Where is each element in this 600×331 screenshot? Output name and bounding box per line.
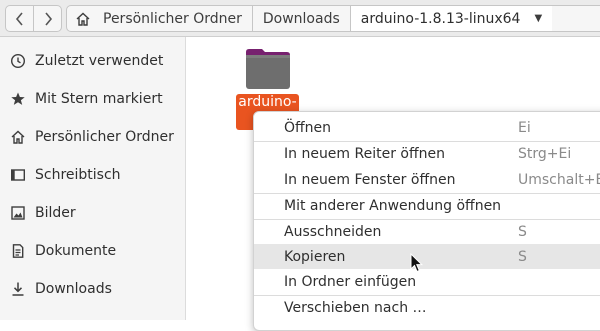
menu-item-shortcut: Umschalt+Ei xyxy=(518,171,600,188)
menu-item-label: Verschieben nach … xyxy=(284,299,427,316)
mouse-pointer-icon xyxy=(410,253,424,273)
menu-item-label: Kopieren xyxy=(284,248,346,265)
sidebar-item-pictures[interactable]: Bilder xyxy=(0,194,186,232)
menu-item-label: Ausschneiden xyxy=(284,223,382,240)
home-icon xyxy=(76,12,90,26)
menu-item-open-new-window[interactable]: In neuem Fenster öffnen Umschalt+Ei xyxy=(254,167,600,192)
breadcrumb-current[interactable]: arduino-1.8.13-linux64 ▼ xyxy=(349,6,553,31)
forward-button[interactable] xyxy=(33,6,61,31)
menu-item-label: Öffnen xyxy=(284,119,332,136)
menu-item-label: In neuem Reiter öffnen xyxy=(284,145,445,162)
breadcrumb-label: Persönlicher Ordner xyxy=(103,10,242,27)
sidebar-item-label: Persönlicher Ordner xyxy=(35,129,174,145)
sidebar-item-label: Bilder xyxy=(35,205,76,221)
home-icon xyxy=(10,129,26,145)
context-menu: Öffnen Ei In neuem Reiter öffnen Strg+Ei… xyxy=(253,111,600,331)
header-bar: Persönlicher Ordner Downloads arduino-1.… xyxy=(0,0,600,37)
breadcrumb: Persönlicher Ordner Downloads arduino-1.… xyxy=(66,5,600,32)
sidebar-item-documents[interactable]: Dokumente xyxy=(0,232,186,270)
sidebar-item-downloads[interactable]: Downloads xyxy=(0,270,186,308)
breadcrumb-downloads[interactable]: Downloads xyxy=(251,6,350,31)
menu-item-shortcut: S xyxy=(518,223,527,240)
nav-buttons xyxy=(5,5,62,32)
sidebar-item-label: Zuletzt verwendet xyxy=(35,53,164,69)
breadcrumb-home[interactable]: Persönlicher Ordner xyxy=(67,6,252,31)
chevron-right-icon xyxy=(44,11,52,26)
menu-item-shortcut: Ei xyxy=(518,119,531,136)
star-icon xyxy=(10,91,26,107)
menu-item-shortcut: S xyxy=(518,248,527,265)
folder-icon[interactable] xyxy=(244,46,292,90)
menu-item-open[interactable]: Öffnen Ei xyxy=(254,115,600,140)
sidebar-item-label: Downloads xyxy=(35,281,112,297)
desktop-icon xyxy=(10,167,26,183)
menu-item-move-to[interactable]: Verschieben nach … xyxy=(254,295,600,320)
menu-item-cut[interactable]: Ausschneiden S xyxy=(254,219,600,244)
menu-item-open-with[interactable]: Mit anderer Anwendung öffnen xyxy=(254,193,600,218)
sidebar-item-home[interactable]: Persönlicher Ordner xyxy=(0,118,186,156)
breadcrumb-label: Downloads xyxy=(262,10,340,27)
sidebar-item-recent[interactable]: Zuletzt verwendet xyxy=(0,42,186,80)
sidebar-item-label: Dokumente xyxy=(35,243,117,259)
menu-item-open-new-tab[interactable]: In neuem Reiter öffnen Strg+Ei xyxy=(254,141,600,166)
chevron-down-icon[interactable]: ▼ xyxy=(534,13,542,24)
sidebar-item-label: Schreibtisch xyxy=(35,167,121,183)
menu-item-label: Mit anderer Anwendung öffnen xyxy=(284,197,502,214)
menu-item-label: In neuem Fenster öffnen xyxy=(284,171,456,188)
sidebar-item-starred[interactable]: Mit Stern markiert xyxy=(0,80,186,118)
image-icon xyxy=(10,205,26,221)
folder-name-text: arduino- xyxy=(238,94,297,110)
chevron-left-icon xyxy=(15,11,23,26)
menu-item-copy[interactable]: Kopieren S xyxy=(254,244,600,269)
sidebar: Zuletzt verwendet Mit Stern markiert Per… xyxy=(0,37,186,320)
document-icon xyxy=(10,243,26,259)
back-button[interactable] xyxy=(6,6,33,31)
clock-icon xyxy=(10,53,26,69)
menu-item-paste-into-folder[interactable]: In Ordner einfügen xyxy=(254,269,600,294)
sidebar-item-desktop[interactable]: Schreibtisch xyxy=(0,156,186,194)
menu-item-label: In Ordner einfügen xyxy=(284,273,417,290)
menu-item-shortcut: Strg+Ei xyxy=(518,145,572,162)
sidebar-item-label: Mit Stern markiert xyxy=(35,91,163,107)
download-icon xyxy=(10,281,26,297)
breadcrumb-label: arduino-1.8.13-linux64 xyxy=(360,10,521,27)
